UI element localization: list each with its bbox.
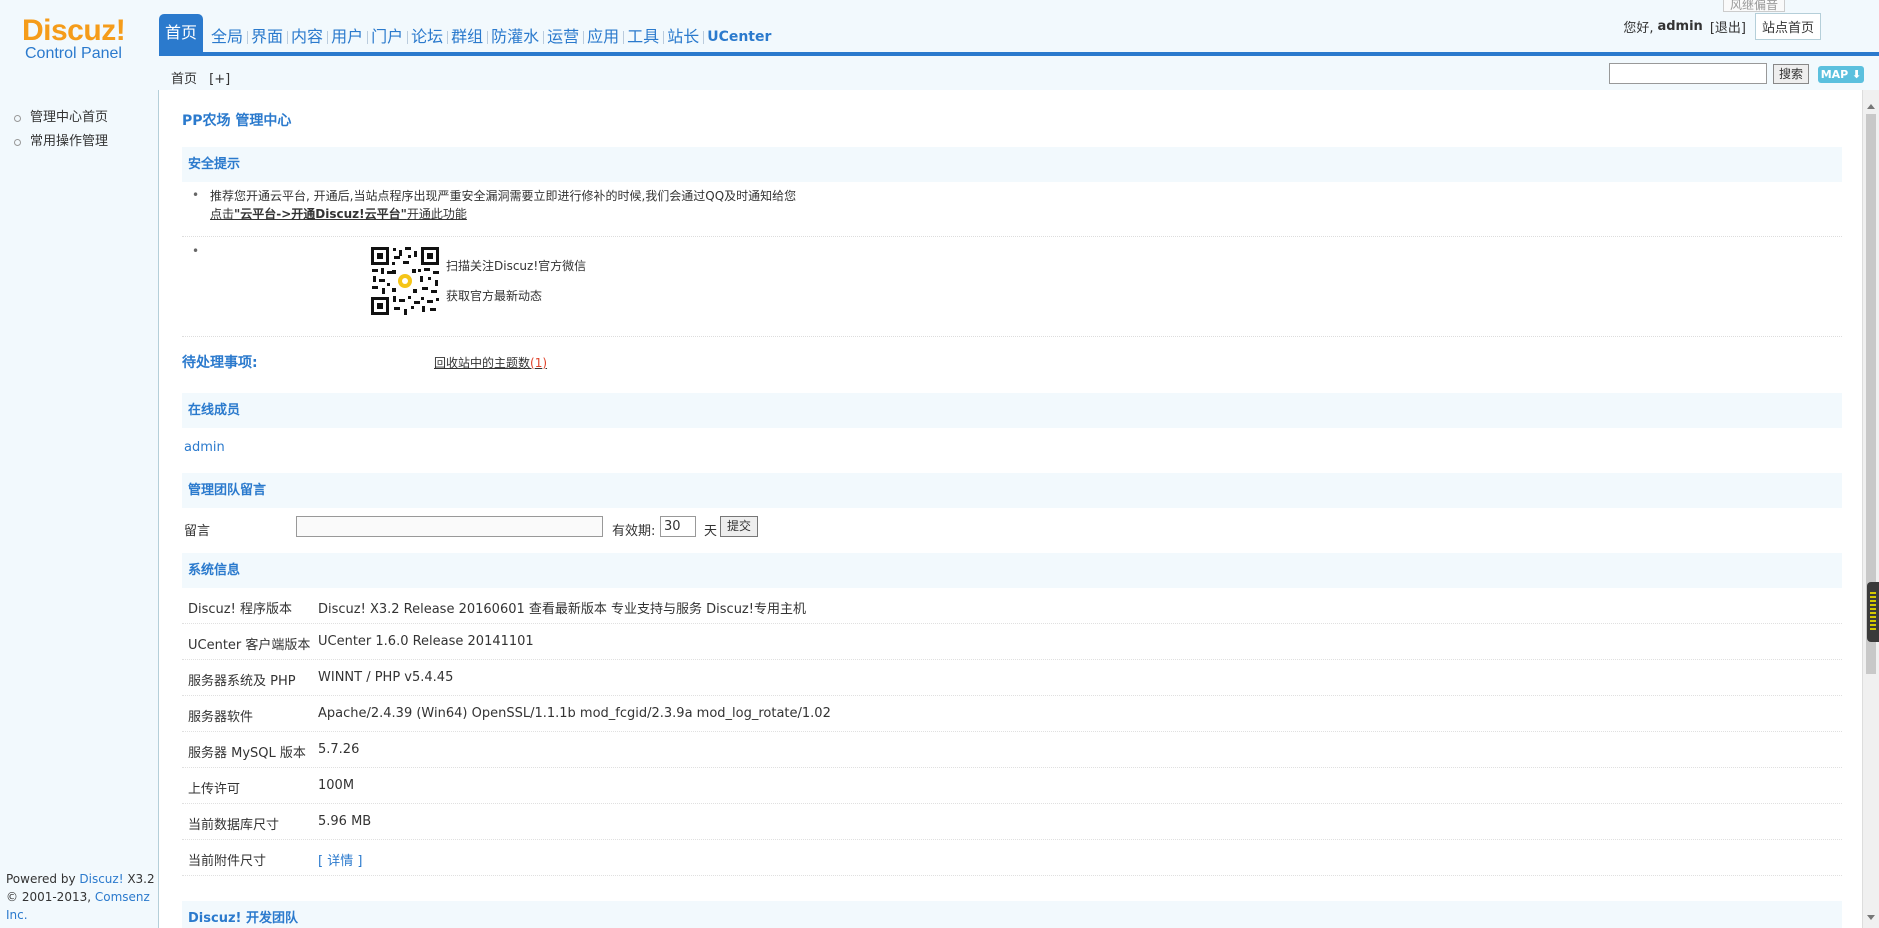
sysinfo-key: 当前数据库尺寸 <box>188 818 280 833</box>
cloud-platform-link[interactable]: 点击"云平台->开通Discuz!云平台"开通此功能 <box>210 206 1862 223</box>
breadcrumb-home[interactable]: 首页 <box>171 72 197 87</box>
sysinfo-key: 上传许可 <box>188 782 241 797</box>
sysinfo-key: 当前附件尺寸 <box>188 854 267 869</box>
nav-tab-users[interactable]: 用户 <box>327 22 367 52</box>
sidebar-item-common-ops[interactable]: 常用操作管理 <box>0 130 158 154</box>
search-input[interactable] <box>1609 63 1767 84</box>
wechat-qr-code <box>370 246 440 316</box>
dev-team-heading: Discuz! 开发团队 <box>182 900 1842 928</box>
days-unit-label: 天 <box>704 524 718 539</box>
nav-tab-tools[interactable]: 工具 <box>623 22 663 52</box>
system-info-row: UCenter 客户端版本 UCenter 1.6.0 Release 2014… <box>182 624 1842 660</box>
discuz-logo[interactable]: Discuz! Control Panel <box>22 14 132 74</box>
nav-tab-ucenter[interactable]: UCenter <box>703 22 775 52</box>
sub-toolbar: 首页 [+] 搜索 MAP ⬇ <box>159 60 1879 90</box>
system-info-heading: 系统信息 <box>182 552 1842 588</box>
online-members-heading: 在线成员 <box>182 392 1842 428</box>
logout-link[interactable]: 退出 <box>1715 21 1741 36</box>
nav-tab-groups[interactable]: 群组 <box>447 22 487 52</box>
sysinfo-value: 5.96 MB <box>318 814 372 829</box>
add-shortcut-button[interactable]: [+] <box>209 72 230 87</box>
nav-tab-antispam[interactable]: 防灌水 <box>487 22 543 52</box>
system-info-row: 服务器系统及 PHP WINNT / PHP v5.4.45 <box>182 660 1842 696</box>
system-info-row: 服务器软件 Apache/2.4.39 (Win64) OpenSSL/1.1.… <box>182 696 1842 732</box>
system-info-row: 服务器 MySQL 版本 5.7.26 <box>182 732 1842 768</box>
header: Discuz! Control Panel 首页 全局 界面 内容 用户 门户 … <box>0 0 1879 90</box>
sysinfo-key: UCenter 客户端版本 <box>188 638 311 653</box>
sidebar-item-admin-home[interactable]: 管理中心首页 <box>0 106 158 130</box>
sysinfo-key: 服务器软件 <box>188 710 254 725</box>
sysinfo-key: 服务器 MySQL 版本 <box>188 746 306 761</box>
nav-tab-apps[interactable]: 应用 <box>583 22 623 52</box>
logo-brand: Discuz! <box>22 14 126 47</box>
sysinfo-value: UCenter 1.6.0 Release 20141101 <box>318 634 534 649</box>
nav-tab-content[interactable]: 内容 <box>287 22 327 52</box>
nav-underline <box>159 52 1879 56</box>
user-info: 您好, admin [退出] 站点首页 <box>1623 12 1821 40</box>
map-button[interactable]: MAP ⬇ <box>1818 66 1864 83</box>
online-user-link[interactable]: admin <box>184 440 1844 455</box>
system-info-row: Discuz! 程序版本 Discuz! X3.2 Release 201606… <box>182 588 1842 624</box>
nav-tab-portal[interactable]: 门户 <box>367 22 407 52</box>
sidebar: 管理中心首页 常用操作管理 Powered by Discuz! X3.2 © … <box>0 90 159 928</box>
validity-days-input[interactable]: 30 <box>660 516 696 537</box>
nav-tab-global[interactable]: 全局 <box>207 22 247 52</box>
nav-tab-operations[interactable]: 运营 <box>543 22 583 52</box>
system-info-row: 当前数据库尺寸 5.96 MB <box>182 804 1842 840</box>
logo-subtitle: Control Panel <box>25 45 122 62</box>
system-info-row: 上传许可 100M <box>182 768 1842 804</box>
sysinfo-value: Discuz! X3.2 Release 20160601 查看最新版本 专业支… <box>318 602 806 617</box>
username: admin <box>1657 18 1703 34</box>
floating-tooltip: 风继偏音 <box>1722 0 1785 12</box>
admin-message-heading: 管理团队留言 <box>182 472 1842 508</box>
system-info-row: 当前附件尺寸 [ 详情 ] <box>182 840 1842 876</box>
divider <box>182 236 1842 237</box>
search-button[interactable]: 搜索 <box>1773 64 1809 84</box>
main-nav: 首页 全局 界面 内容 用户 门户 论坛 群组 防灌水 运营 应用 工具 站长 … <box>159 14 775 52</box>
vertical-scrollbar[interactable] <box>1862 90 1879 928</box>
side-drawer-handle[interactable] <box>1867 582 1879 642</box>
sysinfo-value: 100M <box>318 778 355 793</box>
scroll-up-icon[interactable] <box>1867 104 1875 109</box>
copyright-footer: Powered by Discuz! X3.2 © 2001-2013, Com… <box>6 872 155 922</box>
greeting-text: 您好, <box>1623 20 1654 36</box>
security-tip-text: 推荐您开通云平台, 开通后,当站点程序出现严重安全漏洞需要立即进行修补的时候,我… <box>210 189 797 203</box>
security-section-heading: 安全提示 <box>182 146 1842 182</box>
divider <box>182 336 1842 337</box>
bullet: • <box>192 244 200 258</box>
qr-caption-news: 获取官方最新动态 <box>446 289 543 303</box>
attachment-details-link[interactable]: [ 详情 ] <box>318 854 362 869</box>
submit-message-button[interactable]: 提交 <box>720 516 758 537</box>
scroll-down-icon[interactable] <box>1867 915 1875 920</box>
sysinfo-key: Discuz! 程序版本 <box>188 602 292 617</box>
sysinfo-key: 服务器系统及 PHP <box>188 674 296 689</box>
breadcrumb: 首页 [+] <box>171 68 230 87</box>
message-input[interactable] <box>296 516 603 537</box>
nav-tab-interface[interactable]: 界面 <box>247 22 287 52</box>
nav-tab-home[interactable]: 首页 <box>159 14 204 52</box>
site-home-button[interactable]: 站点首页 <box>1754 12 1821 40</box>
bullet: • <box>192 188 200 202</box>
recycle-bin-threads-link[interactable]: 回收站中的主题数(1) <box>434 354 1862 371</box>
sysinfo-value: Apache/2.4.39 (Win64) OpenSSL/1.1.1b mod… <box>318 706 831 721</box>
page-title: PP农场 管理中心 <box>182 113 292 129</box>
qr-caption-follow: 扫描关注Discuz!官方微信 <box>446 259 587 273</box>
nav-tab-forum[interactable]: 论坛 <box>407 22 447 52</box>
nav-tab-webmaster[interactable]: 站长 <box>663 22 703 52</box>
main-content: PP农场 管理中心 安全提示 • 推荐您开通云平台, 开通后,当站点程序出现严重… <box>160 90 1862 928</box>
sysinfo-value: WINNT / PHP v5.4.45 <box>318 670 454 685</box>
discuz-link[interactable]: Discuz! <box>79 872 123 886</box>
sysinfo-value: 5.7.26 <box>318 742 360 757</box>
